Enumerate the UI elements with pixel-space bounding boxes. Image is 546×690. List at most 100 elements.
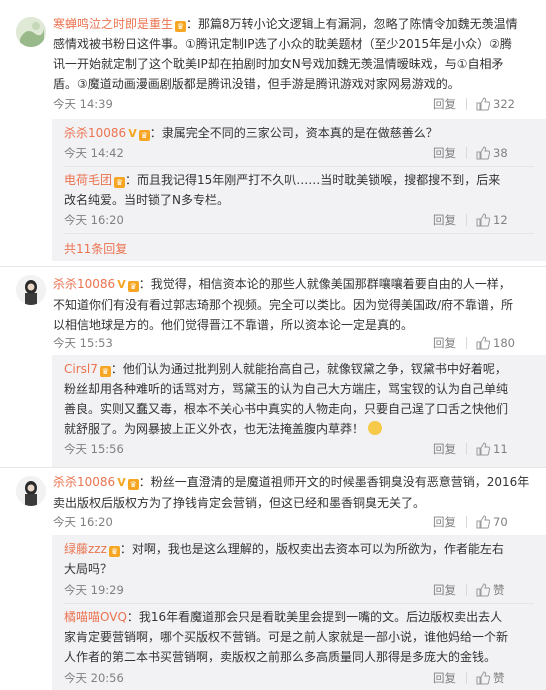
like-count: 12: [493, 213, 508, 227]
comment-divider: [0, 467, 546, 468]
reply-button[interactable]: 回复: [433, 441, 456, 457]
like-count: 11: [493, 442, 508, 456]
comment-line: ：隶属完全不同的三家公司，资本真的是在做慈善么？: [149, 126, 438, 140]
reply-3-text: Cirsl7 ♛ ：他们认为通过批判别人就能抬高自己，就像钗黛之争，钗黛书中好着呢，…: [64, 359, 534, 439]
timestamp: 今天 19:29: [64, 583, 124, 597]
username[interactable]: 橘喵喵OVQ: [64, 610, 127, 624]
divider: [466, 214, 467, 226]
timestamp: 今天 15:56: [64, 442, 124, 456]
username[interactable]: Cirsl7: [64, 362, 98, 376]
reply-button[interactable]: 回复: [433, 145, 456, 161]
divider: [466, 337, 467, 349]
thumbs-up-icon: [476, 442, 491, 456]
comment-line: ：那篇8万转小论文逻辑上有漏洞，忽略了陈情令加魏无羡温情: [186, 17, 518, 31]
comment-line: 粉丝却用各种难听的话骂对方，骂黛玉的认为自己大方端庄，骂宝钗的认为自己单纯: [64, 382, 509, 396]
comment-line: ：他们认为通过批判别人就能抬高自己，就像钗黛之争，钗黛书中好着呢，: [110, 362, 507, 376]
comment-line: 善良。实则又蠢又毒，根本不关心书中真实的人物走向，只要自己逞了口舌之快他们: [64, 402, 509, 416]
comment-1-text: 寒蝉鸣泣之时即是重生 ♛ ：那篇8万转小论文逻辑上有漏洞，忽略了陈情令加魏无羡温情 …: [53, 14, 533, 94]
timestamp: 今天 20:56: [64, 671, 124, 685]
thumbs-up-icon: [476, 213, 491, 227]
vip-badge-icon: ♛: [127, 281, 139, 292]
comment-line: 卖出版权后版权方为了挣钱肯定会营销，但这已经和墨香铜臭无关了。: [53, 496, 426, 510]
like-count: 322: [493, 97, 515, 111]
vip-badge-icon: ♛: [99, 366, 111, 377]
v-mark-icon: V: [117, 476, 126, 489]
reply-button[interactable]: 回复: [433, 582, 456, 598]
comment-divider: [0, 266, 546, 267]
reply-1-text: 杀杀10086 V ♛ ：隶属完全不同的三家公司，资本真的是在做慈善么？: [64, 123, 534, 144]
reply-2-text: 电荷毛团 ♛ ：而且我记得15年刚严打不久叭……当时耽美锁喉，搜都搜不到，后来 改名…: [64, 170, 534, 210]
comment-3-text: 杀杀10086 V ♛ ：粉丝一直澄清的是魔道祖师开文的时候墨香铜臭没有恶意营销，20…: [53, 472, 533, 513]
timestamp: 今天 14:42: [64, 146, 124, 160]
like-button[interactable]: 11: [476, 441, 508, 457]
like-count: 70: [493, 515, 508, 529]
v-mark-icon: V: [117, 278, 126, 291]
thumbs-up-icon: [476, 97, 491, 111]
timestamp: 今天 14:39: [53, 97, 113, 111]
comment-line: 家肯定要营销啊，哪个买版权不营销。可是之前人家就是一部小说，谁他妈给一个新: [64, 630, 509, 644]
comment-line: 大局吗？: [64, 562, 113, 576]
comment-line: ：对啊，我也是这么理解的，版权卖出去资本可以为所欲为，作者能左右: [119, 542, 504, 556]
vip-badge-icon: ♛: [108, 546, 120, 557]
divider: [466, 672, 467, 684]
comment-line: 感情戏被书粉日这件事。①腾讯定制IP选了小众的耽美题材（至少2015年是小众）②…: [53, 37, 512, 51]
timestamp: 今天 16:20: [53, 515, 113, 529]
username[interactable]: 电荷毛团: [64, 173, 112, 187]
comment-line: 讯一开始就定制了这个耽美IP却在拍剧时加女N号戏加魏无羡温情暧昧戏，与①自相矛: [53, 57, 504, 71]
username[interactable]: 绿藤zzz: [64, 542, 107, 556]
like-button[interactable]: 180: [476, 335, 515, 351]
comment-line: 不知道你们有没有看过郭志琦那个视频。完全可以类比。因为觉得美国政/府不靠谱，所: [53, 298, 514, 312]
divider: [466, 516, 467, 528]
like-button[interactable]: 赞: [476, 582, 505, 598]
avatar[interactable]: [16, 476, 46, 506]
username[interactable]: 杀杀10086: [53, 277, 115, 291]
thumbs-up-icon: [476, 671, 491, 685]
username[interactable]: 杀杀10086: [64, 126, 126, 140]
reply-button[interactable]: 回复: [433, 96, 456, 112]
thumbs-up-icon: [476, 146, 491, 160]
like-count: 赞: [493, 671, 505, 685]
divider: [466, 98, 467, 110]
divider: [64, 233, 534, 234]
divider: [466, 584, 467, 596]
reply-button[interactable]: 回复: [433, 335, 456, 351]
comment-2-text: 杀杀10086 V ♛ ：我觉得，相信资本论的那些人就像美国那群嚷嚷着要自由的人一样，…: [53, 274, 533, 335]
like-count: 180: [493, 336, 515, 350]
thumbs-up-icon: [476, 515, 491, 529]
more-replies-link[interactable]: 共11条回复: [64, 241, 127, 257]
comment-line: ：粉丝一直澄清的是魔道祖师开文的时候墨香铜臭没有恶意营销，2016年: [138, 475, 530, 489]
reply-5-text: 橘喵喵OVQ：我16年看魔道那会只是看耽美里会提到一嘴的文。后边版权卖出去人 家…: [64, 607, 534, 667]
vip-badge-icon: ♛: [175, 21, 187, 32]
vip-badge-icon: ♛: [127, 479, 139, 490]
v-mark-icon: V: [128, 127, 137, 140]
like-button[interactable]: 70: [476, 514, 508, 530]
like-button[interactable]: 12: [476, 212, 508, 228]
username[interactable]: 寒蝉鸣泣之时即是重生: [53, 17, 173, 31]
like-button[interactable]: 赞: [476, 670, 505, 686]
divider: [466, 147, 467, 159]
comment-line: 以相信地球是方的。他们觉得晋江不靠谱，所以资本论一定是真的。: [53, 318, 414, 332]
avatar[interactable]: [16, 17, 46, 47]
reply-4-text: 绿藤zzz ♛ ：对啊，我也是这么理解的，版权卖出去资本可以为所欲为，作者能左右 大…: [64, 539, 534, 579]
comment-line: 改名纯爱。当时锁了N多专栏。: [64, 193, 229, 207]
smile-emoji-icon: [367, 421, 382, 435]
username[interactable]: 杀杀10086: [53, 475, 115, 489]
timestamp: 今天 15:53: [53, 336, 113, 350]
comment-line: ：而且我记得15年刚严打不久叭……当时耽美锁喉，搜都搜不到，后来: [125, 173, 501, 187]
comment-line: 盾。③魔道动画漫画剧版都是腾讯没错，但手游是腾讯游戏对家网易游戏的。: [53, 77, 460, 91]
timestamp: 今天 16:20: [64, 213, 124, 227]
like-count: 38: [493, 146, 508, 160]
reply-button[interactable]: 回复: [433, 670, 456, 686]
reply-button[interactable]: 回复: [433, 212, 456, 228]
comment-line: ：我觉得，相信资本论的那些人就像美国那群嚷嚷着要自由的人一样，: [138, 277, 511, 291]
comment-line: 人作者的第二本书买营销啊，卖版权之前那么多高质量同人那得是多庞大的金钱。: [64, 650, 497, 664]
divider: [64, 603, 534, 604]
like-button[interactable]: 38: [476, 145, 508, 161]
divider: [466, 443, 467, 455]
vip-badge-icon: ♛: [114, 177, 126, 188]
avatar[interactable]: [16, 275, 46, 305]
like-button[interactable]: 322: [476, 96, 515, 112]
thumbs-up-icon: [476, 583, 491, 597]
reply-button[interactable]: 回复: [433, 514, 456, 530]
comment-line: ：我16年看魔道那会只是看耽美里会提到一嘴的文。后边版权卖出去人: [126, 610, 503, 624]
